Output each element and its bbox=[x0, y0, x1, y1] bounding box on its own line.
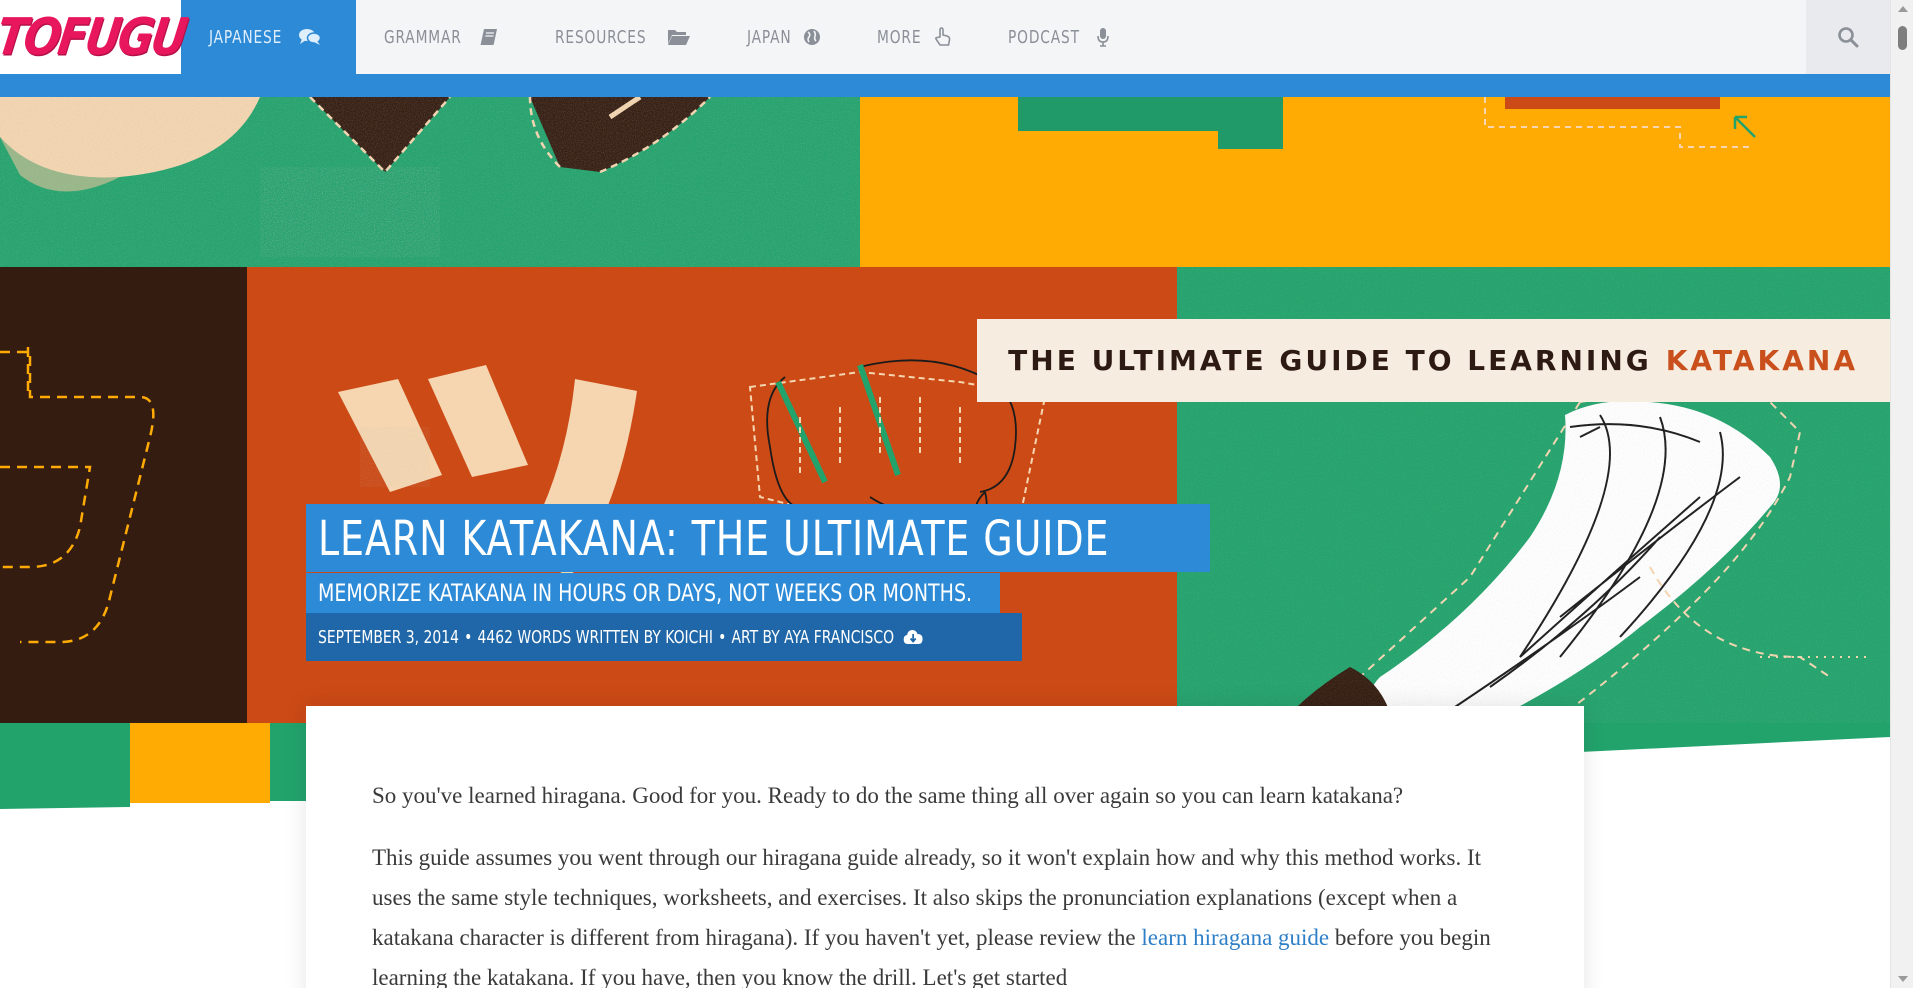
meta-art-credit[interactable]: ART BY AYA FRANCISCO bbox=[731, 627, 894, 648]
top-nav: TOFUGU JAPANESE GRAMMAR RESOURCES JAPAN bbox=[0, 0, 1890, 74]
globe-icon bbox=[804, 29, 821, 45]
search-button[interactable] bbox=[1806, 0, 1890, 74]
meta-separator: • bbox=[464, 626, 473, 648]
folder-open-icon bbox=[667, 30, 690, 45]
nav-accent-strip bbox=[0, 74, 1890, 97]
nav-item-japan[interactable]: JAPAN bbox=[719, 0, 849, 74]
nav-item-label: JAPAN bbox=[746, 26, 792, 48]
article-title: LEARN KATAKANA: THE ULTIMATE GUIDE bbox=[318, 511, 1110, 567]
nav-item-label: PODCAST bbox=[1007, 26, 1080, 48]
article-subtitle: MEMORIZE KATAKANA IN HOURS OR DAYS, NOT … bbox=[318, 579, 973, 607]
banner-prefix: THE ULTIMATE GUIDE TO LEARNING bbox=[1008, 344, 1652, 377]
nav-item-grammar[interactable]: GRAMMAR bbox=[356, 0, 527, 74]
scroll-up-arrow[interactable] bbox=[1898, 6, 1908, 12]
hero-banner: THE ULTIMATE GUIDE TO LEARNING KATAKANA bbox=[977, 319, 1890, 402]
search-icon bbox=[1838, 27, 1859, 48]
article-meta: SEPTEMBER 3, 2014 • 4462 WORDS WRITTEN B… bbox=[318, 627, 923, 648]
nav-item-resources[interactable]: RESOURCES bbox=[527, 0, 719, 74]
meta-words-author: 4462 WORDS WRITTEN BY KOICHI bbox=[477, 626, 713, 648]
nav-item-japanese[interactable]: JAPANESE bbox=[181, 0, 356, 74]
page-scrollbar[interactable] bbox=[1890, 0, 1913, 988]
nav-item-podcast[interactable]: PODCAST bbox=[980, 0, 1139, 74]
comments-icon bbox=[299, 29, 322, 45]
site-logo[interactable]: TOFUGU bbox=[0, 0, 188, 74]
nav-item-label: MORE bbox=[877, 26, 922, 48]
hand-pointer-icon bbox=[934, 27, 950, 46]
article-title-box: LEARN KATAKANA: THE ULTIMATE GUIDE bbox=[306, 504, 1210, 572]
article-meta-box: SEPTEMBER 3, 2014 • 4462 WORDS WRITTEN B… bbox=[306, 613, 1022, 661]
meta-date: SEPTEMBER 3, 2014 bbox=[318, 626, 459, 648]
article-body: So you've learned hiragana. Good for you… bbox=[306, 706, 1584, 988]
book-icon bbox=[480, 29, 498, 45]
cloud-download-icon[interactable] bbox=[903, 628, 924, 646]
nav-item-label: JAPANESE bbox=[209, 26, 283, 48]
banner-highlight: KATAKANA bbox=[1665, 344, 1858, 377]
nav-item-label: GRAMMAR bbox=[384, 26, 462, 48]
article-paragraph-2: This guide assumes you went through our … bbox=[372, 838, 1518, 988]
nav-item-more[interactable]: MORE bbox=[849, 0, 979, 74]
meta-separator: • bbox=[718, 626, 727, 648]
scroll-down-arrow[interactable] bbox=[1898, 976, 1908, 982]
hiragana-guide-link[interactable]: learn hiragana guide bbox=[1141, 925, 1329, 950]
article-subtitle-box: MEMORIZE KATAKANA IN HOURS OR DAYS, NOT … bbox=[306, 573, 1000, 613]
nav-item-label: RESOURCES bbox=[555, 26, 647, 48]
article-paragraph-1: So you've learned hiragana. Good for you… bbox=[372, 783, 1404, 808]
logo-text: TOFUGU bbox=[0, 7, 189, 67]
microphone-icon bbox=[1097, 28, 1109, 47]
scrollbar-thumb[interactable] bbox=[1898, 26, 1907, 50]
